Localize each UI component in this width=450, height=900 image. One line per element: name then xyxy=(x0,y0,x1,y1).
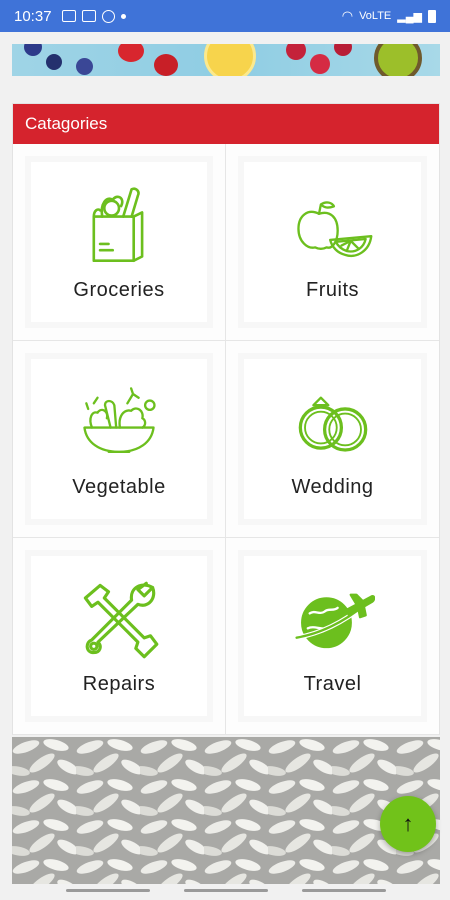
nav-indicator-right xyxy=(302,889,386,892)
category-label: Repairs xyxy=(82,672,156,695)
category-wedding[interactable]: Wedding xyxy=(238,353,427,525)
categories-card: Catagories Groceries Fruits Vegetable We… xyxy=(12,103,440,735)
battery-icon xyxy=(428,9,436,23)
rice-banner[interactable] xyxy=(12,737,440,884)
category-repairs[interactable]: Repairs xyxy=(25,550,213,722)
arrow-up-icon: ↑ xyxy=(402,811,414,836)
system-icons: ◠ VoLTE ▂▄▆ xyxy=(342,8,436,24)
category-cell: Repairs xyxy=(13,538,226,735)
raspberry-decor xyxy=(334,44,352,56)
category-cell: Vegetable xyxy=(13,341,226,538)
blueberry-decor xyxy=(24,44,42,56)
volte-label: VoLTE xyxy=(359,10,392,22)
rice-grains-image xyxy=(12,737,440,884)
dot-icon xyxy=(120,13,126,19)
category-travel[interactable]: Travel xyxy=(238,550,427,722)
category-label: Groceries xyxy=(73,278,165,301)
categories-grid: Groceries Fruits Vegetable Wedding Repai… xyxy=(13,144,439,736)
category-groceries[interactable]: Groceries xyxy=(25,156,213,328)
raspberry-decor xyxy=(286,44,306,60)
category-label: Wedding xyxy=(291,475,374,498)
raspberry-decor xyxy=(310,54,330,74)
nav-indicator-center xyxy=(184,889,268,892)
repair-tools-icon xyxy=(83,581,159,658)
blueberry-decor xyxy=(46,54,62,70)
fruits-icon xyxy=(296,200,372,257)
category-cell: Fruits xyxy=(226,144,439,341)
category-fruits[interactable]: Fruits xyxy=(238,156,427,328)
message-icon xyxy=(101,9,115,23)
signal-icon: ▂▄▆ xyxy=(397,10,422,23)
wedding-rings-icon xyxy=(298,396,367,452)
category-cell: Travel xyxy=(226,538,439,735)
screen-icon xyxy=(81,10,96,22)
blueberry-decor xyxy=(76,58,93,75)
wifi-icon: ◠ xyxy=(341,8,354,23)
grocery-bag-icon xyxy=(92,186,144,262)
category-label: Travel xyxy=(303,672,362,695)
image-icon xyxy=(61,10,76,22)
kiwi-decor xyxy=(374,44,422,76)
status-time: 10:37 xyxy=(14,7,52,25)
categories-header: Catagories xyxy=(13,104,439,144)
category-cell: Wedding xyxy=(226,341,439,538)
category-label: Vegetable xyxy=(72,475,166,498)
lemon-decor xyxy=(204,44,256,76)
status-bar: 10:37 ◠ VoLTE ▂▄▆ xyxy=(0,0,450,32)
strawberry-decor xyxy=(118,44,144,62)
scroll-top-button[interactable]: ↑ xyxy=(380,796,436,852)
vegetable-bowl-icon xyxy=(83,386,156,453)
strawberry-decor xyxy=(154,54,178,76)
nav-indicator-left xyxy=(66,889,150,892)
category-cell: Groceries xyxy=(13,144,226,341)
travel-globe-icon xyxy=(293,593,375,648)
category-vegetable[interactable]: Vegetable xyxy=(25,353,213,525)
category-label: Fruits xyxy=(306,278,359,301)
fruit-banner[interactable] xyxy=(12,44,440,76)
notification-icons xyxy=(61,9,126,23)
